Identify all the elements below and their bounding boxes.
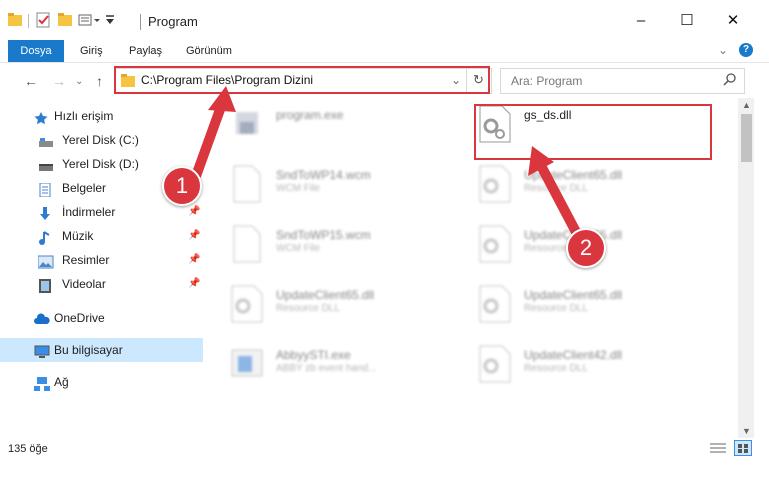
annotation-arrows: [191, 86, 581, 235]
step-1-badge: 1: [162, 166, 202, 206]
step-2-badge: 2: [566, 228, 606, 268]
explorer-window: Program – ☐ ✕ Dosya Giriş Paylaş Görünüm…: [0, 0, 769, 477]
